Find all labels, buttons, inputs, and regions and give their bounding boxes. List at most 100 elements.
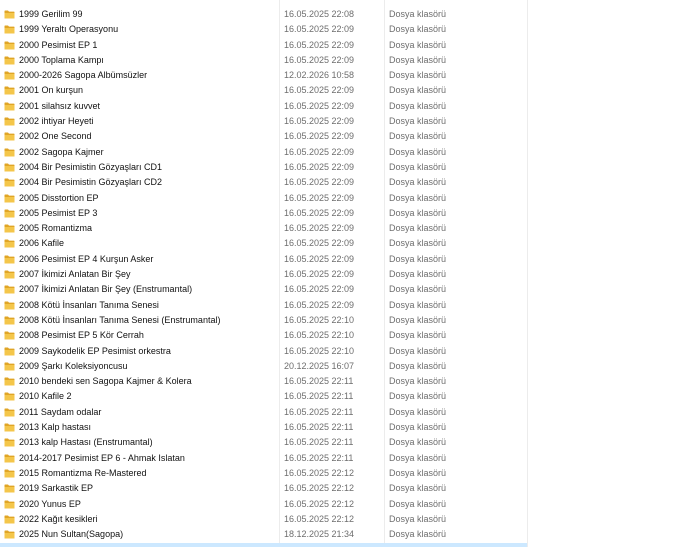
modified-date: 20.12.2025 16:07 bbox=[284, 360, 355, 371]
file-row[interactable]: 2004 Bir Pesimistin Gözyaşları CD1 16.05… bbox=[0, 160, 690, 175]
folder-icon bbox=[4, 515, 15, 524]
file-row[interactable]: 2011 Saydam odalar 16.05.2025 22:11 Dosy… bbox=[0, 405, 690, 420]
modified-date: 16.05.2025 22:10 bbox=[284, 345, 355, 356]
modified-date: 16.05.2025 22:09 bbox=[284, 24, 355, 35]
file-row[interactable]: 2007 İkimizi Anlatan Bir Şey (Enstrumant… bbox=[0, 282, 690, 297]
folder-icon bbox=[4, 362, 15, 371]
item-type: Dosya klasörü bbox=[389, 223, 447, 234]
file-row[interactable]: 2009 Saykodelik EP Pesimist orkestra 16.… bbox=[0, 344, 690, 359]
modified-date: 16.05.2025 22:09 bbox=[284, 54, 355, 65]
modified-date: 16.05.2025 22:09 bbox=[284, 100, 355, 111]
folder-icon bbox=[4, 102, 15, 111]
file-row[interactable]: 2022 Kağıt kesikleri 16.05.2025 22:12 Do… bbox=[0, 512, 690, 527]
folder-icon bbox=[4, 423, 15, 432]
folder-icon bbox=[4, 301, 15, 310]
item-type: Dosya klasörü bbox=[389, 207, 447, 218]
file-row[interactable]: 2004 Bir Pesimistin Gözyaşları CD2 16.05… bbox=[0, 175, 690, 190]
file-row[interactable]: 2009 Şarkı Koleksiyoncusu 20.12.2025 16:… bbox=[0, 359, 690, 374]
file-row[interactable]: 2020 Yunus EP 16.05.2025 22:12 Dosya kla… bbox=[0, 497, 690, 512]
folder-icon bbox=[4, 163, 15, 172]
modified-date: 16.05.2025 22:11 bbox=[284, 437, 354, 448]
folder-icon bbox=[4, 484, 15, 493]
modified-date: 16.05.2025 22:09 bbox=[284, 39, 355, 50]
item-type: Dosya klasörü bbox=[389, 422, 447, 433]
file-row[interactable]: 2000 Toplama Kampı 16.05.2025 22:09 Dosy… bbox=[0, 53, 690, 68]
folder-name: 2000 Toplama Kampı bbox=[19, 54, 104, 65]
folder-name: 2005 Disstortion EP bbox=[19, 192, 99, 203]
file-row[interactable]: 2000-2026 Sagopa Albümsüzler 12.02.2026 … bbox=[0, 68, 690, 83]
file-row[interactable]: 1999 Yeraltı Operasyonu 16.05.2025 22:09… bbox=[0, 22, 690, 37]
file-row[interactable]: 2019 Sarkastik EP 16.05.2025 22:12 Dosya… bbox=[0, 481, 690, 496]
file-row[interactable]: 2010 Kafile 2 16.05.2025 22:11 Dosya kla… bbox=[0, 389, 690, 404]
folder-icon bbox=[4, 71, 15, 80]
modified-date: 18.12.2025 21:34 bbox=[284, 529, 355, 540]
folder-name: 2000 Pesimist EP 1 bbox=[19, 39, 98, 50]
file-row[interactable]: 2006 Pesimist EP 4 Kurşun Asker 16.05.20… bbox=[0, 252, 690, 267]
file-row[interactable]: 2000 Pesimist EP 1 16.05.2025 22:09 Dosy… bbox=[0, 38, 690, 53]
item-type: Dosya klasörü bbox=[389, 161, 447, 172]
folder-name: 2020 Yunus EP bbox=[19, 498, 81, 509]
item-type: Dosya klasörü bbox=[389, 85, 447, 96]
folder-name: 2000-2026 Sagopa Albümsüzler bbox=[19, 70, 148, 81]
file-row[interactable]: 2001 silahsız kuvvet 16.05.2025 22:09 Do… bbox=[0, 99, 690, 114]
item-type: Dosya klasörü bbox=[389, 437, 447, 448]
modified-date: 16.05.2025 22:09 bbox=[284, 269, 355, 280]
folder-name: 2014-2017 Pesimist EP 6 - Ahmak Islatan bbox=[19, 452, 185, 463]
folder-name: 2009 Şarkı Koleksiyoncusu bbox=[19, 360, 128, 371]
folder-name: 2008 Pesimist EP 5 Kör Cerrah bbox=[19, 330, 144, 341]
file-row[interactable]: 2005 Romantizma 16.05.2025 22:09 Dosya k… bbox=[0, 221, 690, 236]
folder-icon bbox=[4, 408, 15, 417]
item-type: Dosya klasörü bbox=[389, 192, 447, 203]
file-row[interactable]: 2010 bendeki sen Sagopa Kajmer & Kolera … bbox=[0, 374, 690, 389]
item-type: Dosya klasörü bbox=[389, 529, 447, 540]
file-row[interactable]: 2002 ihtiyar Heyeti 16.05.2025 22:09 Dos… bbox=[0, 114, 690, 129]
file-row[interactable]: 2025 Nun Sultan(Sagopa) 18.12.2025 21:34… bbox=[0, 527, 690, 542]
modified-date: 16.05.2025 22:11 bbox=[284, 406, 354, 417]
file-row[interactable]: 2005 Pesimist EP 3 16.05.2025 22:09 Dosy… bbox=[0, 206, 690, 221]
folder-name: 1999 Yeraltı Operasyonu bbox=[19, 24, 119, 35]
folder-icon bbox=[4, 56, 15, 65]
folder-name: 2010 Kafile 2 bbox=[19, 391, 72, 402]
modified-date: 16.05.2025 22:12 bbox=[284, 467, 355, 478]
item-type: Dosya klasörü bbox=[389, 253, 447, 264]
modified-date: 16.05.2025 22:09 bbox=[284, 238, 355, 249]
item-type: Dosya klasörü bbox=[389, 131, 447, 142]
folder-name: 2004 Bir Pesimistin Gözyaşları CD1 bbox=[19, 161, 163, 172]
file-row[interactable]: 2002 One Second 16.05.2025 22:09 Dosya k… bbox=[0, 129, 690, 144]
file-row[interactable]: 1999 Gerilim 99 16.05.2025 22:08 Dosya k… bbox=[0, 7, 690, 22]
file-row[interactable]: 2002 Sagopa Kajmer 16.05.2025 22:09 Dosy… bbox=[0, 145, 690, 160]
folder-name: 2002 ihtiyar Heyeti bbox=[19, 116, 94, 127]
folder-icon bbox=[4, 438, 15, 447]
folder-icon bbox=[4, 255, 15, 264]
file-row[interactable]: 2005 Disstortion EP 16.05.2025 22:09 Dos… bbox=[0, 191, 690, 206]
modified-date: 16.05.2025 22:09 bbox=[284, 223, 355, 234]
item-type: Dosya klasörü bbox=[389, 284, 447, 295]
modified-date: 16.05.2025 22:09 bbox=[284, 207, 355, 218]
modified-date: 16.05.2025 22:12 bbox=[284, 498, 355, 509]
modified-date: 16.05.2025 22:10 bbox=[284, 330, 355, 341]
folder-name: 2007 İkimizi Anlatan Bir Şey (Enstrumant… bbox=[19, 284, 193, 295]
file-row[interactable]: 2001 On kurşun 16.05.2025 22:09 Dosya kl… bbox=[0, 83, 690, 98]
folder-name: 2004 Bir Pesimistin Gözyaşları CD2 bbox=[19, 177, 163, 188]
item-type: Dosya klasörü bbox=[389, 24, 447, 35]
file-row[interactable]: 2008 Pesimist EP 5 Kör Cerrah 16.05.2025… bbox=[0, 328, 690, 343]
folder-icon bbox=[4, 132, 15, 141]
file-row[interactable]: 2014-2017 Pesimist EP 6 - Ahmak Islatan … bbox=[0, 451, 690, 466]
file-row[interactable]: 2008 Kötü İnsanları Tanıma Senesi 16.05.… bbox=[0, 298, 690, 313]
folder-icon bbox=[4, 316, 15, 325]
file-row[interactable]: 2008 Kötü İnsanları Tanıma Senesi (Enstr… bbox=[0, 313, 690, 328]
folder-icon bbox=[4, 347, 15, 356]
file-row[interactable]: 2013 kalp Hastası (Enstrumantal) 16.05.2… bbox=[0, 435, 690, 450]
folder-name: 2015 Romantizma Re-Mastered bbox=[19, 467, 147, 478]
folder-name: 2013 Kalp hastası bbox=[19, 422, 92, 433]
modified-date: 16.05.2025 22:09 bbox=[284, 299, 355, 310]
file-row[interactable]: 2013 Kalp hastası 16.05.2025 22:11 Dosya… bbox=[0, 420, 690, 435]
folder-name: 2001 silahsız kuvvet bbox=[19, 100, 101, 111]
modified-date: 16.05.2025 22:09 bbox=[284, 161, 355, 172]
file-row[interactable]: 2015 Romantizma Re-Mastered 16.05.2025 2… bbox=[0, 466, 690, 481]
file-row[interactable]: 2006 Kafile 16.05.2025 22:09 Dosya klasö… bbox=[0, 236, 690, 251]
folder-name: 2011 Saydam odalar bbox=[19, 406, 102, 417]
folder-name: 2002 One Second bbox=[19, 131, 92, 142]
folder-name: 2001 On kurşun bbox=[19, 85, 84, 96]
file-row[interactable]: 2007 İkimizi Anlatan Bir Şey 16.05.2025 … bbox=[0, 267, 690, 282]
